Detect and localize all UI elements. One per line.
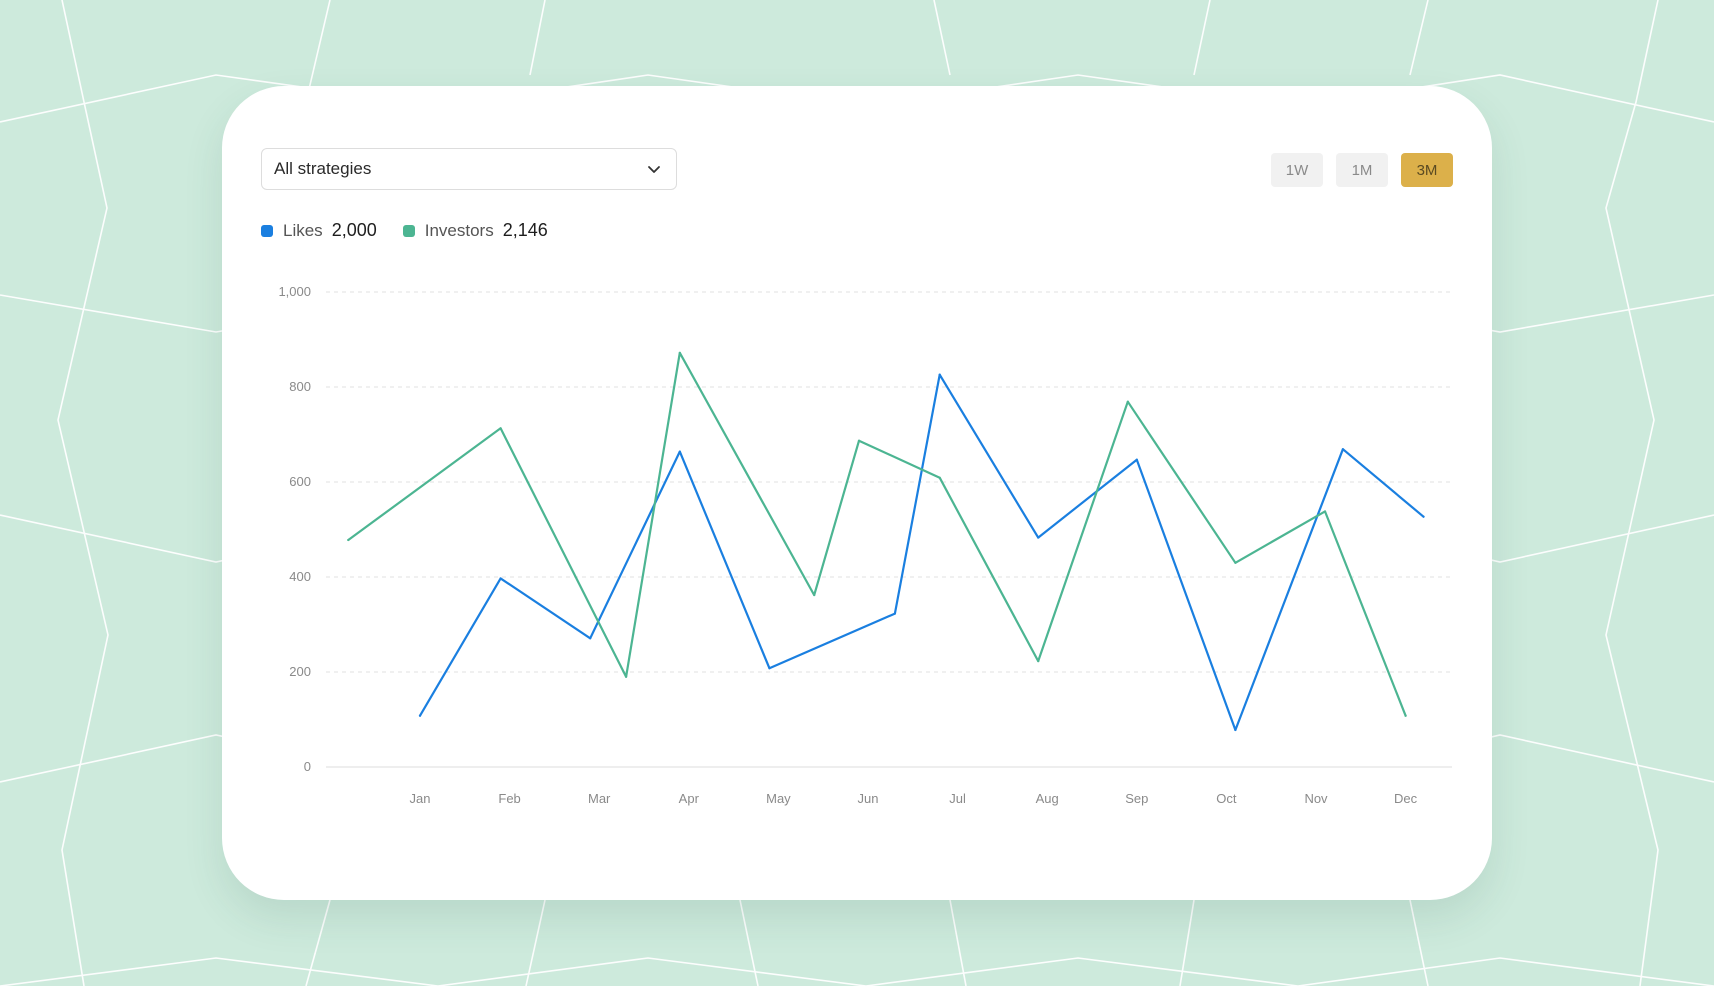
data-point-investors — [499, 427, 502, 430]
data-point-investors — [347, 538, 350, 542]
data-point-likes — [893, 612, 896, 615]
data-point-investors — [813, 593, 816, 597]
y-tick-label: 600 — [289, 474, 311, 489]
data-point-investors — [1234, 561, 1237, 564]
data-point-likes — [499, 577, 502, 580]
data-point-investors — [857, 439, 861, 442]
line-chart: 0 200 400 600 800 1,000 Jan Feb Mar Apr May Jun Jul A… — [278, 284, 1452, 806]
data-point-investors — [1404, 714, 1407, 717]
x-tick-label: Oct — [1216, 791, 1237, 806]
y-tick-label: 200 — [289, 664, 311, 679]
data-point-likes — [589, 637, 592, 640]
x-tick-label: Nov — [1304, 791, 1328, 806]
data-point-investors — [624, 675, 628, 678]
data-point-likes — [1341, 448, 1344, 451]
data-point-likes — [768, 667, 771, 670]
data-point-investors — [1323, 510, 1327, 513]
data-point-likes — [1422, 515, 1425, 518]
data-point-likes — [1037, 536, 1040, 539]
y-tick-label: 0 — [304, 759, 311, 774]
y-tick-label: 800 — [289, 379, 311, 394]
x-tick-label: Dec — [1394, 791, 1418, 806]
x-tick-label: Jul — [949, 791, 966, 806]
x-tick-label: Aug — [1036, 791, 1059, 806]
x-tick-label: Feb — [498, 791, 520, 806]
y-tick-label: 400 — [289, 569, 311, 584]
data-point-likes — [1135, 458, 1138, 461]
chart-card: All strategies 1W 1M 3M Likes 2,000 Inve… — [222, 86, 1492, 900]
series-line-investors — [347, 351, 1407, 717]
x-tick-label: Jun — [858, 791, 879, 806]
y-tick-label: 1,000 — [278, 284, 311, 299]
x-tick-label: Mar — [588, 791, 611, 806]
data-point-likes — [418, 714, 422, 717]
data-point-likes — [678, 450, 681, 453]
data-point-likes — [938, 373, 941, 376]
series-line-likes — [418, 373, 1425, 732]
data-point-investors — [1126, 400, 1129, 403]
x-tick-label: May — [766, 791, 791, 806]
data-point-investors — [678, 351, 681, 354]
data-point-likes — [1234, 728, 1237, 732]
data-point-investors — [938, 476, 941, 479]
data-point-investors — [1037, 659, 1040, 663]
x-tick-label: Apr — [679, 791, 700, 806]
x-tick-label: Jan — [410, 791, 431, 806]
x-tick-label: Sep — [1125, 791, 1148, 806]
